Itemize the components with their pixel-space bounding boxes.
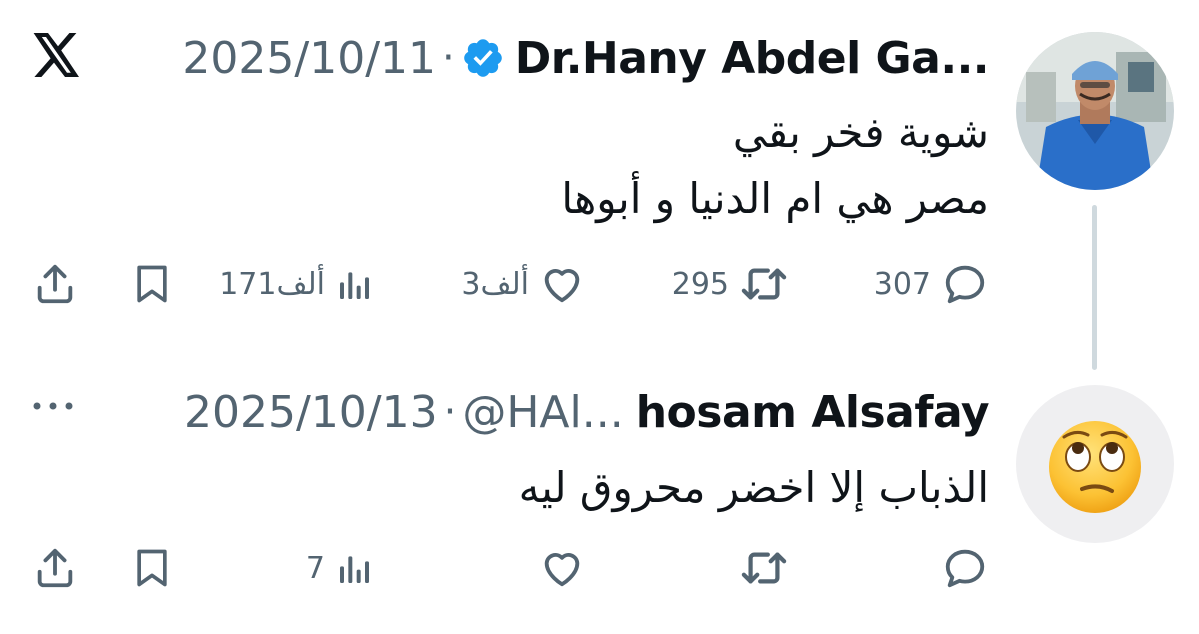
- reply-button[interactable]: 307: [874, 256, 989, 312]
- more-options-icon[interactable]: [32, 400, 74, 412]
- reposts-count: 295: [671, 266, 729, 302]
- reply-author-handle[interactable]: @HAl...: [462, 387, 623, 438]
- tweet-thread-screen: Dr.Hany Abdel Ga... · 2025/10/11 شوية فخ…: [0, 0, 1199, 634]
- heart-icon: [544, 269, 580, 303]
- bookmark-icon: [137, 265, 167, 303]
- share-button[interactable]: [32, 540, 78, 596]
- repost-icon: [741, 552, 787, 584]
- x-logo-icon[interactable]: [33, 33, 81, 77]
- verified-badge-icon[interactable]: [461, 36, 505, 80]
- tweet-text-line: مصر هي ام الدنيا و أبوها: [561, 174, 989, 223]
- likes-count: 3ألف: [461, 266, 529, 302]
- views-count: 171ألف: [219, 266, 325, 302]
- share-icon: [37, 548, 73, 588]
- views-button[interactable]: 171ألف: [219, 256, 375, 312]
- tweet-text-line: شوية فخر بقي: [732, 108, 989, 157]
- tweet-header: Dr.Hany Abdel Ga... · 2025/10/11: [182, 26, 989, 90]
- views-chart-icon: [340, 272, 369, 299]
- like-button[interactable]: 3ألف: [461, 256, 585, 312]
- views-button[interactable]: 7: [306, 540, 375, 596]
- doctor-photo-icon: [1016, 32, 1174, 190]
- separator-dot: ·: [442, 35, 455, 81]
- reply-author-name[interactable]: hosam Alsafay: [636, 387, 990, 438]
- bookmark-button[interactable]: [130, 540, 174, 596]
- bookmark-icon: [137, 549, 167, 587]
- tweet-text: شوية فخر بقي مصر هي ام الدنيا و أبوها: [561, 100, 989, 232]
- share-button[interactable]: [32, 256, 78, 312]
- tweet-action-bar: 171ألف 3ألف 295 307: [0, 256, 1199, 312]
- reply-button[interactable]: [931, 540, 989, 596]
- replies-count: 307: [873, 266, 931, 302]
- author-name[interactable]: Dr.Hany Abdel Ga...: [515, 33, 990, 84]
- reply-action-bar: 7: [0, 540, 1199, 596]
- reply-text: الذباب إلا اخضر محروق ليه: [519, 455, 989, 521]
- author-avatar[interactable]: [1016, 32, 1174, 190]
- reply-header: hosam Alsafay @HAl... · 2025/10/13: [184, 380, 989, 444]
- separator-dot: ·: [443, 389, 457, 435]
- repost-button[interactable]: [729, 540, 789, 596]
- share-icon: [37, 264, 73, 304]
- like-button[interactable]: [529, 540, 585, 596]
- views-count: 7: [305, 550, 325, 586]
- reply-text-line: الذباب إلا اخضر محروق ليه: [518, 463, 989, 512]
- eye-roll-emoji-icon: [1049, 421, 1141, 513]
- reply-date[interactable]: 2025/10/13: [184, 387, 438, 438]
- reply-bubble-icon: [945, 265, 985, 304]
- bookmark-button[interactable]: [130, 256, 174, 312]
- views-chart-icon: [340, 556, 369, 583]
- tweet-date[interactable]: 2025/10/11: [182, 33, 436, 84]
- reply-author-avatar[interactable]: [1016, 385, 1174, 543]
- repost-button[interactable]: 295: [672, 256, 789, 312]
- heart-icon: [544, 553, 580, 587]
- repost-icon: [741, 268, 787, 300]
- reply-bubble-icon: [945, 549, 985, 588]
